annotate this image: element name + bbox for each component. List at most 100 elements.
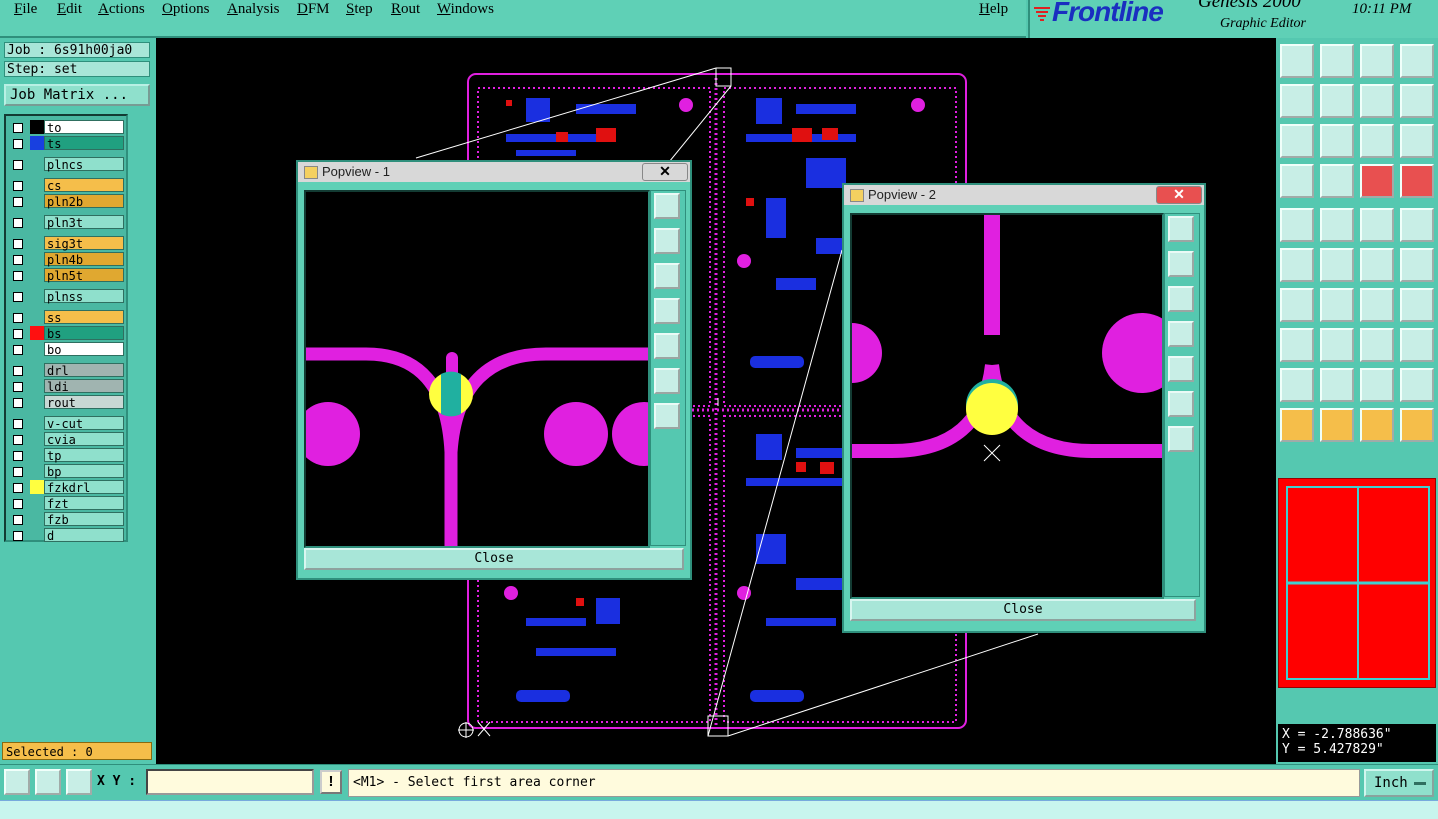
layer-checkbox[interactable] — [13, 160, 23, 170]
layer-checkbox[interactable] — [13, 181, 23, 191]
units-select[interactable]: Inch — [1364, 769, 1434, 797]
layer-row-ts[interactable]: ts — [8, 136, 126, 151]
resize-icon[interactable] — [1360, 328, 1394, 362]
connect-icon[interactable] — [1280, 248, 1314, 282]
layer-checkbox[interactable] — [13, 329, 23, 339]
layer-row-cvia[interactable]: cvia — [8, 432, 126, 447]
line-icon[interactable] — [1280, 288, 1314, 322]
move-icon[interactable] — [1360, 248, 1394, 282]
layer-red-alt-icon[interactable] — [1400, 164, 1434, 198]
zoom-out-icon[interactable] — [654, 368, 680, 394]
snap-center-icon[interactable] — [66, 769, 92, 795]
layer-checkbox[interactable] — [13, 313, 23, 323]
prev-icon[interactable] — [1280, 84, 1314, 118]
layer-checkbox[interactable] — [13, 435, 23, 445]
home-icon[interactable] — [1280, 44, 1314, 78]
menu-analysis[interactable]: Analysis — [227, 1, 280, 18]
layer-checkbox[interactable] — [13, 197, 23, 207]
delete-icon[interactable] — [1320, 248, 1354, 282]
layer-row-pln3t[interactable]: pln3t — [8, 215, 126, 230]
triangle-up-icon[interactable] — [1320, 368, 1354, 402]
layer-checkbox[interactable] — [13, 292, 23, 302]
zoom-out-icon[interactable] — [1168, 391, 1194, 417]
xy-input[interactable] — [146, 769, 314, 795]
popview-2-close-icon[interactable]: ✕ — [1156, 186, 1202, 204]
popview-1-title[interactable]: Popview - 1 — [298, 162, 690, 182]
triangle-icon[interactable] — [1280, 368, 1314, 402]
menu-windows[interactable]: Windows — [437, 1, 494, 18]
layer-checkbox[interactable] — [13, 382, 23, 392]
select-pad-icon[interactable] — [1280, 208, 1314, 242]
menu-edit[interactable]: Edit — [57, 1, 82, 18]
fit-view-icon[interactable] — [1168, 216, 1194, 242]
pan-left-icon[interactable] — [1168, 321, 1194, 347]
zoom-in-icon[interactable] — [654, 403, 680, 429]
snapshot-icon[interactable] — [1280, 164, 1314, 198]
triangle-alt-icon[interactable] — [1400, 368, 1434, 402]
layer-row-ss[interactable]: ss — [8, 310, 126, 325]
layer-checkbox[interactable] — [13, 483, 23, 493]
arc-icon[interactable] — [1320, 288, 1354, 322]
layer-checkbox[interactable] — [13, 218, 23, 228]
snap-angle-icon[interactable] — [35, 769, 61, 795]
step-icon[interactable] — [1400, 84, 1434, 118]
zoom-in-icon[interactable] — [1168, 426, 1194, 452]
exclaim-button[interactable]: ! — [320, 770, 342, 794]
open-icon[interactable] — [1360, 44, 1394, 78]
layer-row-fzb[interactable]: fzb — [8, 512, 126, 527]
grid-icon[interactable] — [1320, 164, 1354, 198]
pointer-circle-icon[interactable] — [1360, 408, 1394, 442]
layer-row-bp[interactable]: bp — [8, 464, 126, 479]
popview-1-close-icon[interactable]: ✕ — [642, 163, 688, 181]
layer-row-to[interactable]: to — [8, 120, 126, 135]
draw-icon[interactable] — [1320, 208, 1354, 242]
layer-row-sig3t[interactable]: sig3t — [8, 236, 126, 251]
pointer-box-icon[interactable] — [1320, 408, 1354, 442]
flip-icon[interactable] — [1400, 288, 1434, 322]
layer-row-cs[interactable]: cs — [8, 178, 126, 193]
layer-checkbox[interactable] — [13, 451, 23, 461]
layer-row-tp[interactable]: tp — [8, 448, 126, 463]
pointer-icon[interactable] — [1280, 408, 1314, 442]
popview-2-close-button[interactable]: Close — [850, 599, 1196, 621]
scale-icon[interactable] — [1360, 124, 1394, 158]
minimap[interactable] — [1278, 478, 1436, 688]
rotate-icon[interactable] — [1360, 84, 1394, 118]
layer-checkbox[interactable] — [13, 123, 23, 133]
layer-checkbox[interactable] — [13, 398, 23, 408]
layer-row-bs[interactable]: bs — [8, 326, 126, 341]
menu-rout[interactable]: Rout — [391, 1, 420, 18]
popview-2-view[interactable] — [850, 213, 1164, 599]
fit-icon[interactable] — [1280, 124, 1314, 158]
layer-row-plncs[interactable]: plncs — [8, 157, 126, 172]
layer-checkbox[interactable] — [13, 271, 23, 281]
pan-right-icon[interactable] — [1168, 356, 1194, 382]
snap-grid-icon[interactable] — [4, 769, 30, 795]
pan-left-icon[interactable] — [654, 298, 680, 324]
dot-icon[interactable] — [1400, 208, 1434, 242]
layer-row-v-cut[interactable]: v-cut — [8, 416, 126, 431]
center-icon[interactable] — [1320, 124, 1354, 158]
save-icon[interactable] — [1320, 44, 1354, 78]
layer-checkbox[interactable] — [13, 139, 23, 149]
graphic-canvas[interactable]: Popview - 1 ✕ Close Popview - 2 ✕ Close — [156, 38, 1276, 764]
layer-checkbox[interactable] — [13, 239, 23, 249]
pan-down-icon[interactable] — [654, 263, 680, 289]
pan-up-icon[interactable] — [654, 228, 680, 254]
layer-red-icon[interactable] — [1360, 164, 1394, 198]
layer-row-fzkdrl[interactable]: fzkdrl — [8, 480, 126, 495]
triangle-red-icon[interactable] — [1360, 368, 1394, 402]
popview-1-view[interactable] — [304, 190, 650, 548]
menu-options[interactable]: Options — [162, 1, 210, 18]
menu-actions[interactable]: Actions — [98, 1, 145, 18]
net-icon[interactable] — [1400, 408, 1434, 442]
pan-right-icon[interactable] — [654, 333, 680, 359]
layer-row-plnss[interactable]: plnss — [8, 289, 126, 304]
dash-icon[interactable] — [1320, 328, 1354, 362]
layer-row-fzt[interactable]: fzt — [8, 496, 126, 511]
layer-checkbox[interactable] — [13, 255, 23, 265]
layer-row-ldi[interactable]: ldi — [8, 379, 126, 394]
layer-checkbox[interactable] — [13, 531, 23, 541]
layer-checkbox[interactable] — [13, 366, 23, 376]
layer-row-bo[interactable]: bo — [8, 342, 126, 357]
